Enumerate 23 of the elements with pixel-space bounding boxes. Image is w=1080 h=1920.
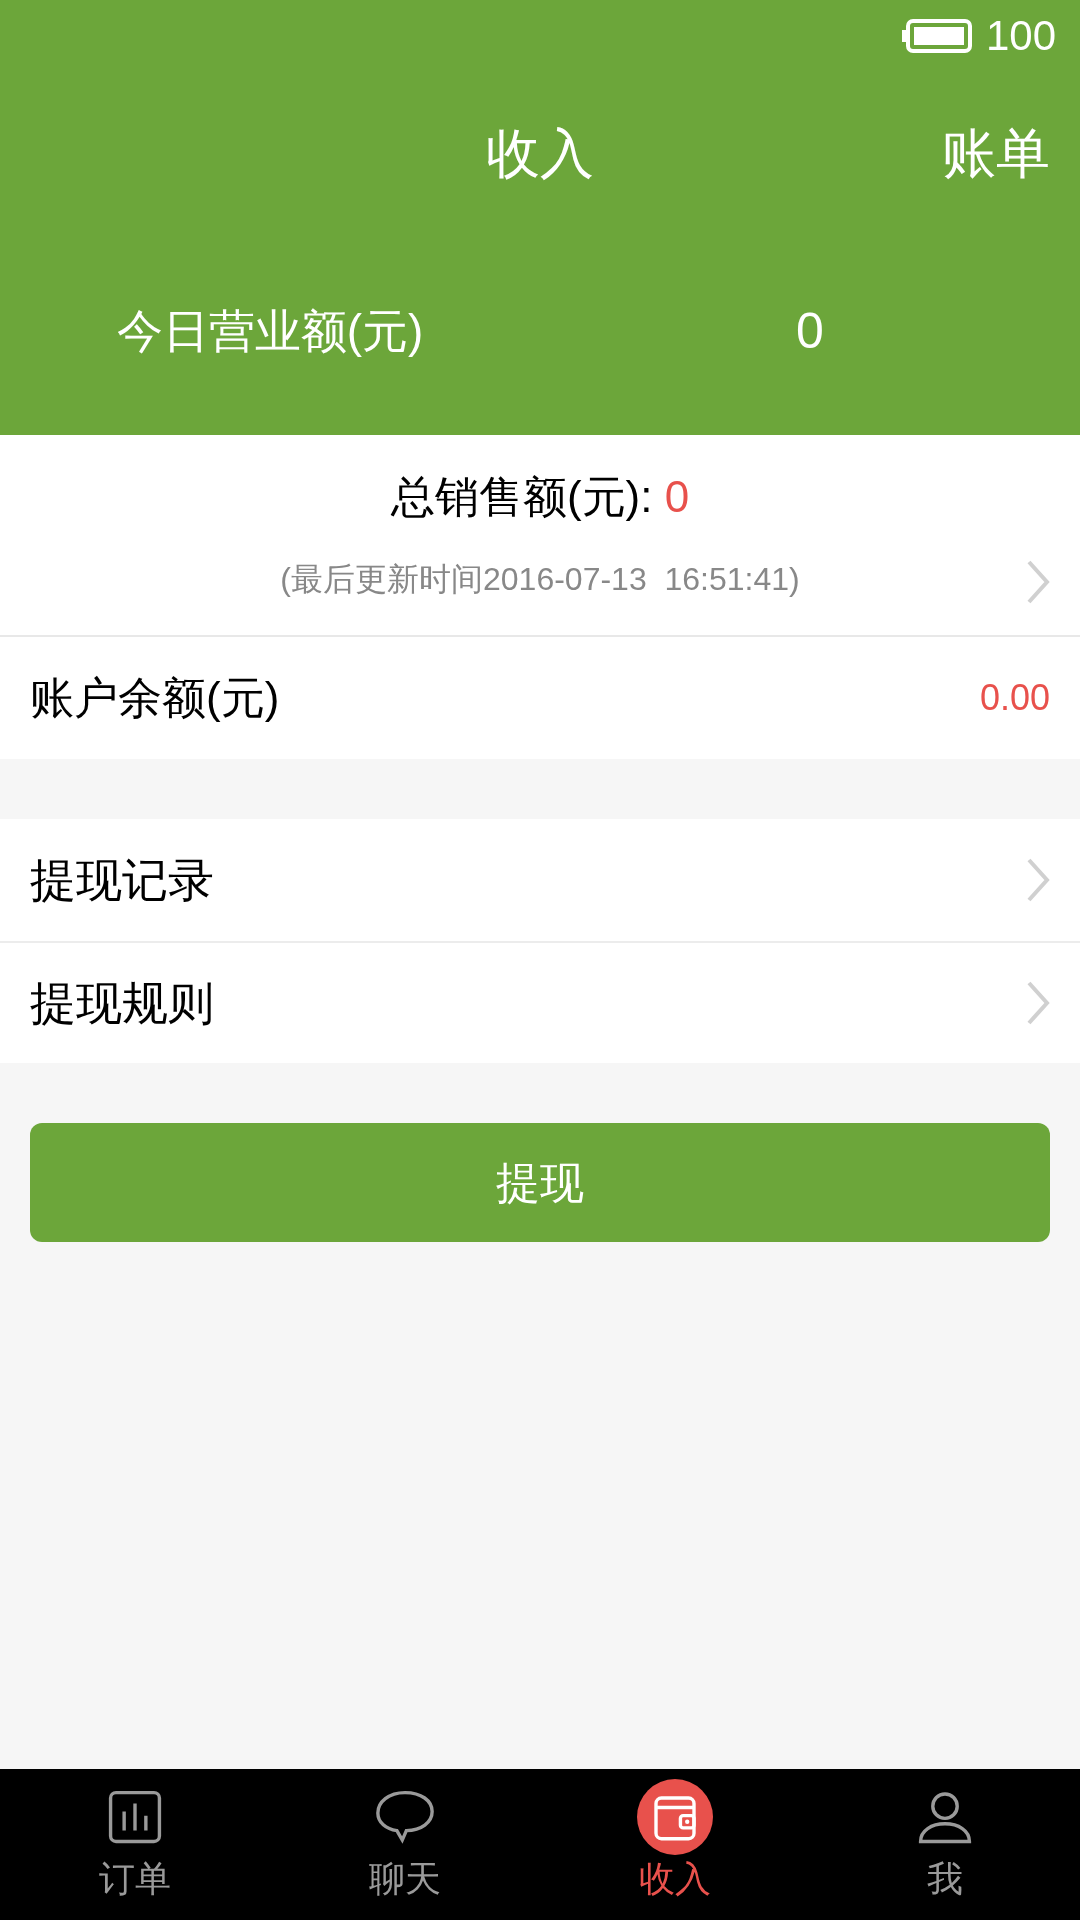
- nav-tab[interactable]: 订单: [0, 1769, 270, 1920]
- battery-icon: [901, 19, 972, 53]
- wallet-icon: [637, 1779, 713, 1855]
- menu-row[interactable]: 提现规则: [0, 941, 1080, 1063]
- total-sales-label: 总销售额(元):: [390, 472, 654, 521]
- chevron-right-icon: [1026, 980, 1050, 1026]
- total-sales-value: 0: [664, 472, 690, 521]
- battery-level-text: 100: [985, 15, 1056, 57]
- menu-row-label: 提现记录: [30, 852, 214, 908]
- balance-label: 账户余额(元): [30, 672, 280, 724]
- chevron-right-icon: [1026, 857, 1050, 903]
- menu-row[interactable]: 提现记录: [0, 819, 1080, 941]
- balance-value: 0.00: [979, 676, 1050, 720]
- chevron-right-icon: [1026, 559, 1050, 605]
- last-updated-text: (最后更新时间2016-07-13 16:51:41): [280, 560, 800, 599]
- nav-tab[interactable]: 收入: [540, 1769, 810, 1920]
- today-revenue-label: 今日营业额(元): [115, 303, 425, 359]
- menu-row-label: 提现规则: [30, 975, 214, 1031]
- nav-tab[interactable]: 聊天: [270, 1769, 540, 1920]
- total-sales-card[interactable]: 总销售额(元): 0 (最后更新时间2016-07-13 16:51:41): [0, 435, 1080, 637]
- page-title: 收入: [486, 121, 594, 185]
- nav-tab[interactable]: 我: [810, 1769, 1080, 1920]
- today-revenue-value: 0: [795, 301, 825, 361]
